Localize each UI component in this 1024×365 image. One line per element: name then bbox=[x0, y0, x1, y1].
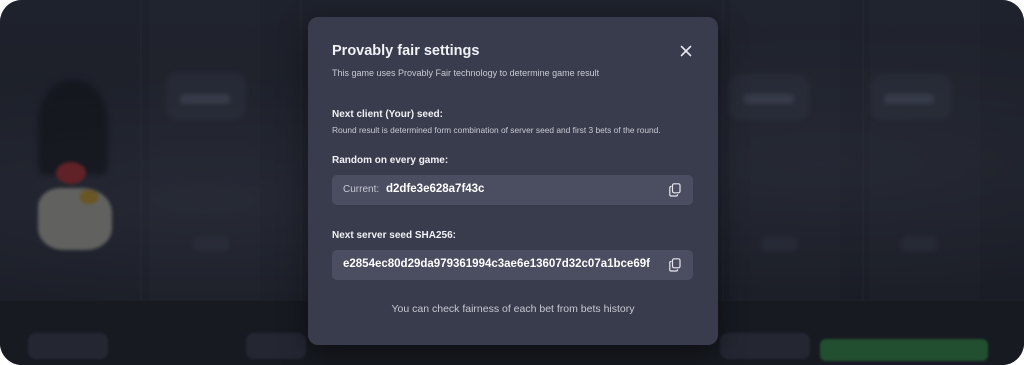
server-seed-heading: Next server seed SHA256: bbox=[332, 230, 456, 241]
modal-subtitle: This game uses Provably Fair technology … bbox=[332, 68, 600, 78]
copy-icon bbox=[669, 258, 681, 272]
provably-fair-modal: Provably fair settings This game uses Pr… bbox=[308, 17, 718, 345]
current-seed-label: Current: bbox=[343, 184, 380, 195]
client-seed-heading: Next client (Your) seed: bbox=[332, 109, 443, 120]
server-seed-value: e2854ec80d29da979361994c3ae6e13607d32c07… bbox=[343, 258, 650, 270]
close-button[interactable] bbox=[678, 43, 694, 59]
copy-client-seed-button[interactable] bbox=[669, 183, 682, 197]
current-seed-value: d2dfe3e628a7f43c bbox=[386, 183, 485, 195]
copy-server-seed-button[interactable] bbox=[669, 258, 682, 272]
fairness-footer-note: You can check fairness of each bet from … bbox=[391, 303, 635, 315]
modal-title: Provably fair settings bbox=[332, 43, 480, 59]
random-mode-heading: Random on every game: bbox=[332, 155, 449, 166]
game-screen: Provably fair settings This game uses Pr… bbox=[0, 0, 1024, 365]
current-seed-field: Current: d2dfe3e628a7f43c bbox=[332, 175, 693, 205]
close-icon bbox=[680, 45, 692, 57]
client-seed-description: Round result is determined form combinat… bbox=[332, 125, 661, 135]
server-seed-field: e2854ec80d29da979361994c3ae6e13607d32c07… bbox=[332, 250, 693, 280]
copy-icon bbox=[669, 183, 681, 197]
